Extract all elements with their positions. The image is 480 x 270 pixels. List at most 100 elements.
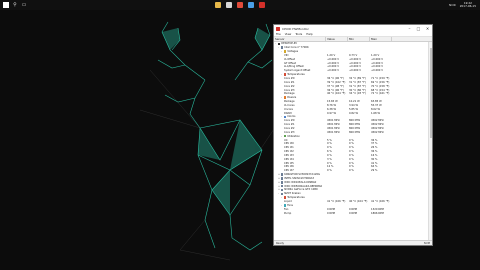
file-explorer-icon[interactable] [215, 2, 221, 8]
sensor-label: INTEL SSDSC2CT060A3 [284, 176, 315, 180]
sensor-value-cell: +0.000 V [327, 69, 339, 73]
sensor-value-cell: 8.76 W [327, 103, 336, 107]
sensor-label: Core #0 [284, 77, 295, 81]
expand-toggle[interactable]: + [278, 177, 280, 180]
sensor-name-cell: Core #0 [274, 77, 326, 80]
sensor-name-cell: Package [274, 92, 326, 95]
sensor-max-cell: 1866 RPM [371, 211, 384, 215]
title-bar[interactable]: CPUID HWMonitor – □ ✕ [274, 25, 432, 32]
sensor-max-cell: 1320 RPM [371, 207, 384, 211]
collapse-toggle[interactable]: - [281, 196, 283, 199]
sensor-value-cell: 36 °C (96 °F) [327, 77, 344, 81]
dev-icon [280, 192, 284, 196]
sensor-name-cell: IA Offset [274, 58, 326, 61]
sensor-value-cell: 12 % [327, 165, 334, 169]
collapse-toggle[interactable]: - [275, 42, 277, 45]
sensor-value-cell: 15.65 W [327, 100, 338, 104]
sensor-label: IA Offset [284, 57, 295, 61]
expand-toggle[interactable]: + [278, 173, 280, 176]
start-button[interactable] [3, 2, 9, 8]
sensor-max-cell: +0.000 V [371, 69, 383, 73]
sensor-label: CPU #0 [284, 142, 294, 146]
sensor-name-cell: CPU #5 [274, 162, 326, 165]
sensor-label: WDC WD10EALX-009BA0 [284, 180, 317, 184]
sensor-value-cell: 4501 MHz [327, 130, 340, 134]
sensor-name-cell: - Temperatures [274, 73, 326, 76]
language-indicator[interactable]: NOR [449, 3, 456, 7]
sensor-label: Temperatures [287, 73, 305, 77]
expand-toggle[interactable]: + [278, 181, 280, 184]
dev-icon [280, 173, 284, 176]
sensor-value-cell: 3 % [327, 157, 332, 161]
search-icon[interactable]: ⚲ [12, 2, 18, 8]
sensor-max-cell: 26 % [371, 146, 378, 150]
sensor-rows: - DESKTOP-PC - Intel Core i7 7700K - Voltages… [274, 42, 428, 215]
sensor-max-cell: 71 °C (159 °F) [371, 77, 390, 81]
sensor-label: NVIDIA GeForce GTX 1080 [284, 188, 318, 192]
media-icon[interactable] [248, 2, 254, 8]
sensor-label: System Agent Offset [284, 69, 311, 73]
sensor-label: VID [284, 53, 289, 57]
menu-help[interactable]: Help [306, 32, 312, 36]
maximize-button[interactable]: □ [414, 25, 423, 32]
sensor-name-cell: Pump [274, 212, 326, 215]
status-text: Ready [276, 241, 285, 245]
sensor-name-cell: System Agent Offset [274, 69, 326, 72]
scrollbar-thumb[interactable] [429, 48, 432, 138]
collapse-toggle[interactable]: - [278, 46, 280, 49]
sensor-name-cell: + WDC WD10EALX-009BA0 [274, 181, 326, 184]
sensor-name-cell: CPU #6 [274, 165, 326, 168]
clock[interactable]: 19:22 2017-06-15 [460, 1, 476, 8]
sensor-label: UC [284, 138, 288, 142]
column-min[interactable]: Min [348, 37, 370, 41]
menu-view[interactable]: View [285, 32, 292, 36]
sensor-max-cell: 4502 MHz [371, 119, 384, 123]
sensor-max-cell: 68 °C (154 °F) [371, 88, 390, 92]
collapse-toggle[interactable]: - [281, 135, 283, 138]
sensor-min-cell: 800 MHz [349, 126, 361, 130]
sensor-max-cell: +0.000 V [371, 61, 383, 65]
sensor-label: CPU #6 [284, 165, 294, 169]
sensor-min-cell: 0 % [349, 150, 354, 154]
vertical-scrollbar[interactable] [428, 42, 432, 240]
sensor-label: GT Offset [284, 61, 296, 65]
collapse-toggle[interactable]: - [281, 96, 283, 99]
hwmonitor-icon[interactable] [259, 2, 265, 8]
sensor-label: Core #1 [284, 80, 295, 84]
collapse-toggle[interactable]: - [281, 115, 283, 118]
sensor-name-cell: CPU #1 [274, 146, 326, 149]
sensor-label: Core #0 [284, 119, 295, 123]
sensor-label: NZXT Kraken [284, 192, 301, 196]
sensor-label: IA Cores [284, 103, 295, 107]
sensor-name-cell: Core #1 [274, 81, 326, 84]
steam-icon[interactable] [226, 2, 232, 8]
collapse-toggle[interactable]: - [281, 50, 283, 53]
sensor-label: CPU #4 [284, 157, 294, 161]
sensor-row[interactable]: Pump 0 RPM 0 RPM 1866 RPM [274, 211, 428, 215]
collapse-toggle[interactable]: - [281, 73, 283, 76]
sensor-value-cell: 0 % [327, 153, 332, 157]
collapse-toggle[interactable]: - [281, 204, 283, 207]
dev-icon [280, 177, 284, 180]
menu-tools[interactable]: Tools [295, 32, 302, 36]
close-button[interactable]: ✕ [423, 25, 432, 32]
sensor-max-cell: 63.85 W [371, 100, 382, 104]
pinned-apps [215, 2, 265, 8]
column-sensor[interactable]: Sensor [274, 37, 326, 41]
task-view-icon[interactable]: ▭ [21, 2, 27, 8]
clock-icon [283, 115, 287, 119]
menu-file[interactable]: File [276, 32, 281, 36]
sensor-label: CPU #2 [284, 150, 294, 154]
column-value[interactable]: Value [326, 37, 348, 41]
sensor-name-cell: + NVIDIA GeForce GTX 1080 [274, 188, 326, 191]
expand-toggle[interactable]: + [278, 185, 280, 188]
sensor-name-cell: Package [274, 100, 326, 103]
sensor-name-cell: CPU #2 [274, 150, 326, 153]
minimize-button[interactable]: – [405, 25, 414, 32]
collapse-toggle[interactable]: - [278, 192, 280, 195]
column-max[interactable]: Max [370, 37, 392, 41]
browser-icon[interactable] [237, 2, 243, 8]
expand-toggle[interactable]: + [278, 188, 280, 191]
sensor-name-cell: Core #3 [274, 131, 326, 134]
sensor-name-cell: + INTEL SSDSC2CT060A3 [274, 177, 326, 180]
